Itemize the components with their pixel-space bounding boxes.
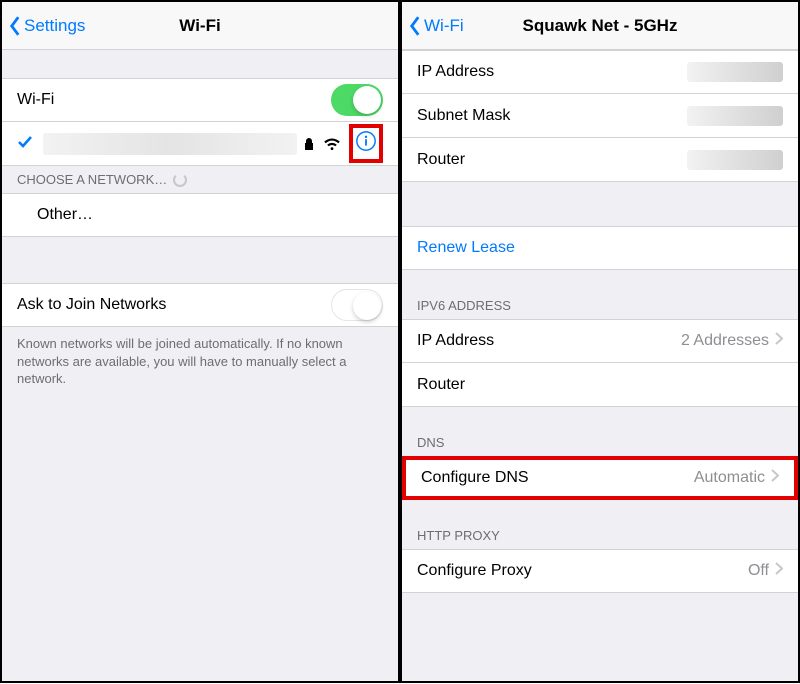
- network-name-redacted: [43, 133, 297, 155]
- configure-dns-value: Automatic: [694, 469, 765, 487]
- chevron-left-icon: [408, 15, 422, 37]
- configure-dns-label: Configure DNS: [421, 469, 694, 487]
- subnet-mask-row: Subnet Mask: [402, 94, 798, 138]
- nav-bar: Wi-Fi Squawk Net - 5GHz: [402, 2, 798, 50]
- router-label: Router: [417, 151, 687, 169]
- configure-proxy-value: Off: [748, 562, 769, 580]
- ipv6-ip-row[interactable]: IP Address 2 Addresses: [402, 319, 798, 363]
- connected-network-row[interactable]: [2, 122, 398, 166]
- ask-join-toggle[interactable]: [331, 289, 383, 321]
- chevron-right-icon: [775, 332, 783, 350]
- configure-proxy-label: Configure Proxy: [417, 562, 748, 580]
- ip-address-value-redacted: [687, 62, 783, 82]
- configure-dns-row[interactable]: Configure DNS Automatic: [402, 456, 798, 500]
- back-label: Settings: [24, 16, 85, 36]
- info-icon[interactable]: [355, 130, 377, 152]
- other-label: Other…: [37, 206, 383, 224]
- network-detail-pane: Wi-Fi Squawk Net - 5GHz IP Address Subne…: [400, 0, 800, 683]
- renew-lease-row[interactable]: Renew Lease: [402, 226, 798, 270]
- wifi-toggle[interactable]: [331, 84, 383, 116]
- back-button[interactable]: Settings: [2, 15, 85, 37]
- ask-join-label: Ask to Join Networks: [17, 296, 331, 314]
- chevron-right-icon: [771, 469, 779, 487]
- nav-bar: Settings Wi-Fi: [2, 2, 398, 50]
- ipv6-header: IPv6 Address: [402, 292, 798, 319]
- router-value-redacted: [687, 150, 783, 170]
- configure-proxy-row[interactable]: Configure Proxy Off: [402, 549, 798, 593]
- ip-address-label: IP Address: [417, 63, 687, 81]
- choose-network-header: Choose a Network…: [2, 166, 398, 193]
- dns-header: DNS: [402, 429, 798, 456]
- back-label: Wi-Fi: [424, 16, 464, 36]
- wifi-settings-pane: Settings Wi-Fi Wi-Fi Choose a Network… O…: [0, 0, 400, 683]
- renew-lease-label: Renew Lease: [417, 239, 783, 257]
- other-network-row[interactable]: Other…: [2, 193, 398, 237]
- subnet-mask-value-redacted: [687, 106, 783, 126]
- wifi-toggle-row[interactable]: Wi-Fi: [2, 78, 398, 122]
- spinner-icon: [173, 173, 187, 187]
- router-row: Router: [402, 138, 798, 182]
- subnet-mask-label: Subnet Mask: [417, 107, 687, 125]
- ipv6-router-row: Router: [402, 363, 798, 407]
- lock-icon: [303, 137, 315, 151]
- wifi-icon: [323, 137, 341, 151]
- http-proxy-header: HTTP Proxy: [402, 522, 798, 549]
- ipv6-ip-value: 2 Addresses: [681, 332, 769, 350]
- chevron-left-icon: [8, 15, 22, 37]
- back-button[interactable]: Wi-Fi: [402, 15, 464, 37]
- ask-join-footer: Known networks will be joined automatica…: [2, 327, 398, 396]
- chevron-right-icon: [775, 562, 783, 580]
- wifi-toggle-label: Wi-Fi: [17, 91, 331, 109]
- info-highlight: [349, 124, 383, 163]
- ask-join-row[interactable]: Ask to Join Networks: [2, 283, 398, 327]
- ipv6-ip-label: IP Address: [417, 332, 681, 350]
- network-icons: [303, 124, 383, 163]
- ipv6-router-label: Router: [417, 376, 783, 394]
- checkmark-icon: [17, 133, 37, 154]
- ip-address-row: IP Address: [402, 50, 798, 94]
